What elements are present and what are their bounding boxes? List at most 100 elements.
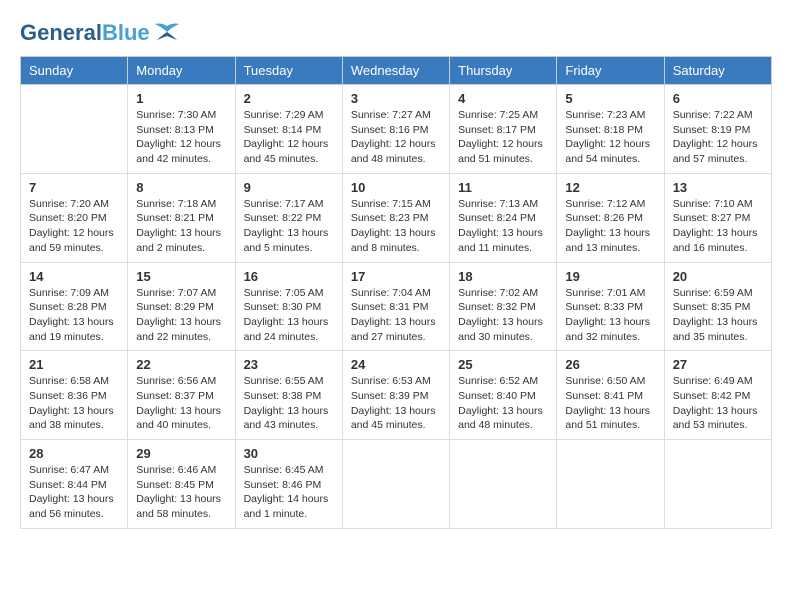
calendar-week-row: 1 Sunrise: 7:30 AM Sunset: 8:13 PM Daylig… — [21, 85, 772, 174]
day-info: Sunrise: 7:12 AM Sunset: 8:26 PM Dayligh… — [565, 197, 655, 256]
day-number: 16 — [244, 269, 334, 284]
day-number: 22 — [136, 357, 226, 372]
calendar-week-row: 14Sunrise: 7:09 AM Sunset: 8:28 PM Dayli… — [21, 262, 772, 351]
calendar-cell: 14Sunrise: 7:09 AM Sunset: 8:28 PM Dayli… — [21, 262, 128, 351]
day-info: Sunrise: 6:50 AM Sunset: 8:41 PM Dayligh… — [565, 374, 655, 433]
calendar-cell: 30 Sunrise: 6:45 AM Sunset: 8:46 PM Dayli… — [235, 440, 342, 529]
calendar-cell: 10Sunrise: 7:15 AM Sunset: 8:23 PM Dayli… — [342, 173, 449, 262]
calendar-cell — [664, 440, 771, 529]
calendar-cell: 29 Sunrise: 6:46 AM Sunset: 8:45 PM Dayli… — [128, 440, 235, 529]
day-of-week-header: Sunday — [21, 57, 128, 85]
logo-bird-icon — [153, 22, 181, 44]
logo: GeneralBlue — [20, 20, 181, 46]
day-number: 7 — [29, 180, 119, 195]
day-info: Sunrise: 7:05 AM Sunset: 8:30 PM Dayligh… — [244, 286, 334, 345]
day-of-week-header: Monday — [128, 57, 235, 85]
calendar-cell: 20 Sunrise: 6:59 AM Sunset: 8:35 PM Dayli… — [664, 262, 771, 351]
day-number: 29 — [136, 446, 226, 461]
day-number: 20 — [673, 269, 763, 284]
calendar-cell: 11 Sunrise: 7:13 AM Sunset: 8:24 PM Dayli… — [450, 173, 557, 262]
calendar-cell: 3 Sunrise: 7:27 AM Sunset: 8:16 PM Daylig… — [342, 85, 449, 174]
logo-text: GeneralBlue — [20, 20, 150, 46]
day-number: 9 — [244, 180, 334, 195]
day-of-week-header: Friday — [557, 57, 664, 85]
calendar-cell: 26 Sunrise: 6:50 AM Sunset: 8:41 PM Dayli… — [557, 351, 664, 440]
calendar-cell: 5 Sunrise: 7:23 AM Sunset: 8:18 PM Daylig… — [557, 85, 664, 174]
calendar-week-row: 28 Sunrise: 6:47 AM Sunset: 8:44 PM Dayli… — [21, 440, 772, 529]
day-info: Sunrise: 7:23 AM Sunset: 8:18 PM Dayligh… — [565, 108, 655, 167]
calendar-cell: 22 Sunrise: 6:56 AM Sunset: 8:37 PM Dayli… — [128, 351, 235, 440]
day-number: 11 — [458, 180, 548, 195]
day-of-week-header: Wednesday — [342, 57, 449, 85]
calendar-header-row: SundayMondayTuesdayWednesdayThursdayFrid… — [21, 57, 772, 85]
calendar-cell: 21Sunrise: 6:58 AM Sunset: 8:36 PM Dayli… — [21, 351, 128, 440]
calendar-cell: 15 Sunrise: 7:07 AM Sunset: 8:29 PM Dayli… — [128, 262, 235, 351]
day-info: Sunrise: 7:29 AM Sunset: 8:14 PM Dayligh… — [244, 108, 334, 167]
day-number: 27 — [673, 357, 763, 372]
day-info: Sunrise: 6:49 AM Sunset: 8:42 PM Dayligh… — [673, 374, 763, 433]
day-info: Sunrise: 7:04 AM Sunset: 8:31 PM Dayligh… — [351, 286, 441, 345]
calendar-cell — [450, 440, 557, 529]
day-info: Sunrise: 6:45 AM Sunset: 8:46 PM Dayligh… — [244, 463, 334, 522]
day-number: 21 — [29, 357, 119, 372]
calendar-cell — [557, 440, 664, 529]
day-info: Sunrise: 7:17 AM Sunset: 8:22 PM Dayligh… — [244, 197, 334, 256]
day-info: Sunrise: 7:18 AM Sunset: 8:21 PM Dayligh… — [136, 197, 226, 256]
day-number: 26 — [565, 357, 655, 372]
calendar-cell: 25 Sunrise: 6:52 AM Sunset: 8:40 PM Dayli… — [450, 351, 557, 440]
calendar-cell: 16 Sunrise: 7:05 AM Sunset: 8:30 PM Dayli… — [235, 262, 342, 351]
day-number: 3 — [351, 91, 441, 106]
calendar-cell: 24Sunrise: 6:53 AM Sunset: 8:39 PM Dayli… — [342, 351, 449, 440]
day-number: 2 — [244, 91, 334, 106]
day-info: Sunrise: 6:56 AM Sunset: 8:37 PM Dayligh… — [136, 374, 226, 433]
calendar-cell: 2 Sunrise: 7:29 AM Sunset: 8:14 PM Daylig… — [235, 85, 342, 174]
calendar-cell: 7 Sunrise: 7:20 AM Sunset: 8:20 PM Daylig… — [21, 173, 128, 262]
day-number: 25 — [458, 357, 548, 372]
day-info: Sunrise: 7:15 AM Sunset: 8:23 PM Dayligh… — [351, 197, 441, 256]
day-number: 5 — [565, 91, 655, 106]
day-info: Sunrise: 7:13 AM Sunset: 8:24 PM Dayligh… — [458, 197, 548, 256]
day-number: 15 — [136, 269, 226, 284]
day-number: 1 — [136, 91, 226, 106]
day-number: 19 — [565, 269, 655, 284]
calendar-cell: 27 Sunrise: 6:49 AM Sunset: 8:42 PM Dayli… — [664, 351, 771, 440]
day-number: 8 — [136, 180, 226, 195]
day-info: Sunrise: 7:30 AM Sunset: 8:13 PM Dayligh… — [136, 108, 226, 167]
day-of-week-header: Saturday — [664, 57, 771, 85]
calendar-cell: 28 Sunrise: 6:47 AM Sunset: 8:44 PM Dayli… — [21, 440, 128, 529]
day-number: 4 — [458, 91, 548, 106]
day-info: Sunrise: 7:10 AM Sunset: 8:27 PM Dayligh… — [673, 197, 763, 256]
day-number: 30 — [244, 446, 334, 461]
calendar-cell: 17 Sunrise: 7:04 AM Sunset: 8:31 PM Dayli… — [342, 262, 449, 351]
day-info: Sunrise: 6:47 AM Sunset: 8:44 PM Dayligh… — [29, 463, 119, 522]
day-number: 12 — [565, 180, 655, 195]
day-number: 17 — [351, 269, 441, 284]
day-info: Sunrise: 6:52 AM Sunset: 8:40 PM Dayligh… — [458, 374, 548, 433]
day-info: Sunrise: 7:20 AM Sunset: 8:20 PM Dayligh… — [29, 197, 119, 256]
calendar-cell: 13 Sunrise: 7:10 AM Sunset: 8:27 PM Dayli… — [664, 173, 771, 262]
day-of-week-header: Tuesday — [235, 57, 342, 85]
day-of-week-header: Thursday — [450, 57, 557, 85]
calendar-cell: 9 Sunrise: 7:17 AM Sunset: 8:22 PM Daylig… — [235, 173, 342, 262]
calendar-cell: 18Sunrise: 7:02 AM Sunset: 8:32 PM Dayli… — [450, 262, 557, 351]
day-info: Sunrise: 7:01 AM Sunset: 8:33 PM Dayligh… — [565, 286, 655, 345]
calendar-cell: 23Sunrise: 6:55 AM Sunset: 8:38 PM Dayli… — [235, 351, 342, 440]
day-info: Sunrise: 6:53 AM Sunset: 8:39 PM Dayligh… — [351, 374, 441, 433]
day-number: 23 — [244, 357, 334, 372]
day-info: Sunrise: 6:46 AM Sunset: 8:45 PM Dayligh… — [136, 463, 226, 522]
day-number: 18 — [458, 269, 548, 284]
day-info: Sunrise: 7:07 AM Sunset: 8:29 PM Dayligh… — [136, 286, 226, 345]
day-number: 13 — [673, 180, 763, 195]
calendar-cell: 1 Sunrise: 7:30 AM Sunset: 8:13 PM Daylig… — [128, 85, 235, 174]
day-info: Sunrise: 7:27 AM Sunset: 8:16 PM Dayligh… — [351, 108, 441, 167]
day-info: Sunrise: 6:59 AM Sunset: 8:35 PM Dayligh… — [673, 286, 763, 345]
calendar-cell: 12 Sunrise: 7:12 AM Sunset: 8:26 PM Dayli… — [557, 173, 664, 262]
day-number: 6 — [673, 91, 763, 106]
page-header: GeneralBlue — [20, 20, 772, 46]
day-number: 14 — [29, 269, 119, 284]
day-number: 28 — [29, 446, 119, 461]
calendar-cell: 4Sunrise: 7:25 AM Sunset: 8:17 PM Daylig… — [450, 85, 557, 174]
calendar-cell — [21, 85, 128, 174]
day-info: Sunrise: 7:22 AM Sunset: 8:19 PM Dayligh… — [673, 108, 763, 167]
calendar-cell: 6 Sunrise: 7:22 AM Sunset: 8:19 PM Daylig… — [664, 85, 771, 174]
